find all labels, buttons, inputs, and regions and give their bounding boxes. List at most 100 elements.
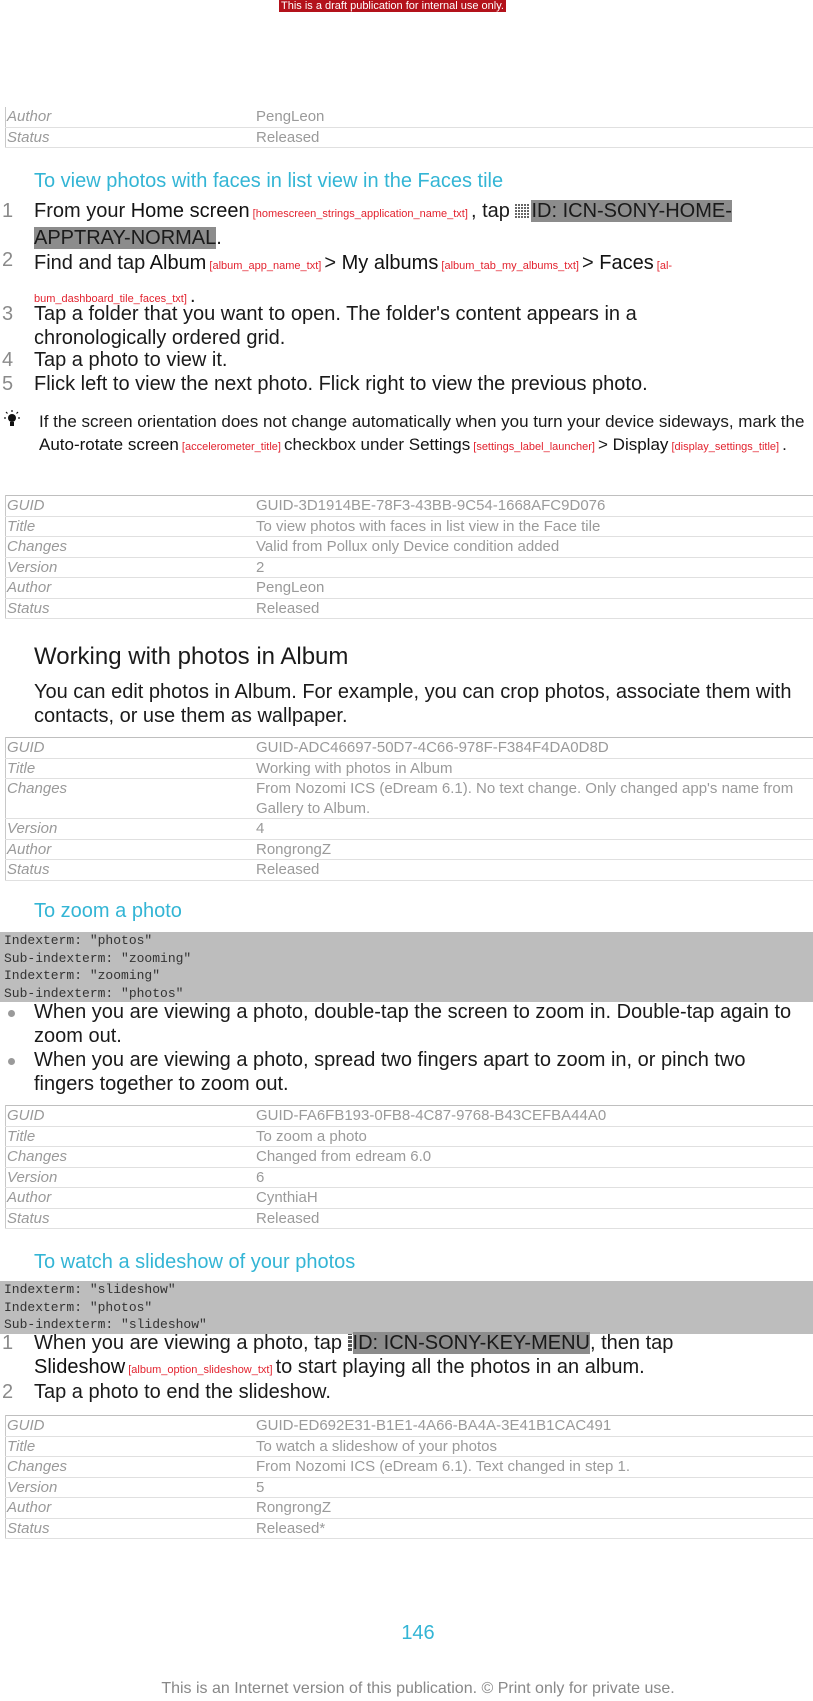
step-item: 2 Tap a photo to end the slideshow. xyxy=(0,1380,810,1404)
table-row: GUID GUID-FA6FB193-0FB8-4C87-9768-B43CEFB… xyxy=(5,1105,813,1127)
step-number: 1 xyxy=(2,200,14,222)
step-text: Tap a folder that you want to open. The … xyxy=(34,303,637,349)
table-row: Changes From Nozomi ICS (eDream 6.1). No … xyxy=(5,778,813,819)
meta-value: From Nozomi ICS (eDream 6.1). No text ch… xyxy=(255,778,813,819)
meta-key: Author xyxy=(5,1497,255,1519)
step-text: Find and tap xyxy=(34,252,150,274)
draft-banner: This is a draft publication for internal… xyxy=(279,0,506,12)
meta-key: Author xyxy=(5,107,255,128)
meta-value: Changed from edream 6.0 xyxy=(255,1146,813,1168)
step-number: 2 xyxy=(2,1381,14,1403)
indexterm-block: Indexterm: "slideshow" Indexterm: "photo… xyxy=(0,1281,813,1334)
meta-key: Title xyxy=(5,516,255,537)
section-heading-slideshow: To watch a slideshow of your photos xyxy=(34,1251,356,1273)
string-ref: [album_app_name_txt] xyxy=(206,260,325,272)
footer-notice: This is an Internet version of this publ… xyxy=(161,1680,675,1697)
table-row: GUID GUID-3D1914BE-78F3-43BB-9C54-1668AFC… xyxy=(5,495,813,517)
ui-term-slideshow: Slideshow xyxy=(34,1356,126,1378)
step-number: 3 xyxy=(2,303,14,325)
meta-key: Version xyxy=(5,1167,255,1188)
table-row: GUID GUID-ED692E31-B1E1-4A66-BA4A-3E41B1C… xyxy=(5,1415,813,1437)
table-row: Title To watch a slideshow of your photos xyxy=(5,1436,813,1457)
meta-value: PengLeon xyxy=(255,577,813,599)
meta-key: Author xyxy=(5,839,255,860)
ui-term-auto-rotate: Auto-rotate screen xyxy=(39,435,179,454)
indexterm: Sub-indexterm: "zooming" xyxy=(4,950,192,966)
table-row: Author PengLeon xyxy=(5,577,813,599)
menu-key-icon xyxy=(347,1334,352,1351)
meta-value: RongrongZ xyxy=(255,1497,813,1519)
indexterm: Indexterm: "photos" xyxy=(4,1299,153,1315)
meta-key: Author xyxy=(5,1187,255,1209)
step-text: From your xyxy=(34,200,131,222)
table-row: Title To view photos with faces in list v… xyxy=(5,516,813,537)
step-item: 4 Tap a photo to view it. xyxy=(0,348,810,372)
meta-value: Released xyxy=(255,1208,813,1229)
string-ref: [album_option_slideshow_txt] xyxy=(125,1364,276,1376)
meta-key: GUID xyxy=(5,495,255,517)
step-text: Tap a photo to view it. xyxy=(34,349,228,371)
indexterm: Indexterm: "slideshow" xyxy=(4,1282,176,1297)
meta-key: Version xyxy=(5,1477,255,1498)
meta-key: Title xyxy=(5,1126,255,1147)
meta-key: Title xyxy=(5,758,255,779)
table-row: Version 5 xyxy=(5,1477,813,1498)
step-number: 4 xyxy=(2,349,14,371)
metadata-table: GUID GUID-FA6FB193-0FB8-4C87-9768-B43CEFB… xyxy=(5,1105,813,1229)
meta-value: GUID-ED692E31-B1E1-4A66-BA4A-3E41B1CAC49… xyxy=(255,1415,813,1437)
section-heading-zoom: To zoom a photo xyxy=(34,900,182,922)
meta-key: Status xyxy=(5,598,255,619)
indexterm: Indexterm: "photos" xyxy=(4,933,153,948)
string-ref: [album_tab_my_albums_txt] xyxy=(438,260,583,272)
meta-key: Changes xyxy=(5,1146,255,1168)
table-row: Version 2 xyxy=(5,557,813,578)
meta-value: RongrongZ xyxy=(255,839,813,860)
meta-key: Version xyxy=(5,557,255,578)
meta-key: Changes xyxy=(5,1456,255,1478)
step-text: > xyxy=(324,252,342,274)
string-ref: [display_settings_title] xyxy=(668,441,783,453)
section-heading-faces: To view photos with faces in list view i… xyxy=(34,170,504,192)
table-row: Status Released xyxy=(5,598,813,619)
bullet-item: When you are viewing a photo, spread two… xyxy=(0,1048,812,1096)
table-row: Version 6 xyxy=(5,1167,813,1188)
bullet-dot-icon xyxy=(8,1010,15,1017)
meta-value: CynthiaH xyxy=(255,1187,813,1209)
metadata-table: GUID GUID-ADC46697-50D7-4C66-978F-F384F4D… xyxy=(5,737,813,881)
table-row: GUID GUID-ADC46697-50D7-4C66-978F-F384F4D… xyxy=(5,737,813,759)
meta-value: Valid from Pollux only Device condition … xyxy=(255,536,813,558)
ui-term-my-albums: My albums xyxy=(341,252,439,274)
table-row: Author RongrongZ xyxy=(5,839,813,860)
ui-term-album: Album xyxy=(149,252,207,274)
indexterm-block: Indexterm: "photos" Sub-indexterm: "zoom… xyxy=(0,932,813,1002)
section-intro: You can edit photos in Album. For exampl… xyxy=(34,681,792,727)
meta-key: GUID xyxy=(5,1105,255,1127)
section-title-working-with-photos: Working with photos in Album xyxy=(34,643,349,670)
table-row: Author CynthiaH xyxy=(5,1187,813,1209)
step-number: 1 xyxy=(2,1332,14,1354)
meta-key: GUID xyxy=(5,737,255,759)
icon-id-placeholder: ID: ICN-SONY-KEY-MENU xyxy=(352,1332,590,1354)
meta-value: To watch a slideshow of your photos xyxy=(255,1436,813,1457)
meta-value: GUID-FA6FB193-0FB8-4C87-9768-B43CEFBA44A… xyxy=(255,1105,813,1127)
indexterm: Indexterm: "zooming" xyxy=(4,968,161,983)
meta-value: Released xyxy=(255,598,813,619)
step-item: 5 Flick left to view the next photo. Fli… xyxy=(0,372,810,396)
meta-value: Released xyxy=(255,859,813,881)
meta-value: 4 xyxy=(255,818,813,840)
step-text: . xyxy=(216,227,222,249)
meta-key: Status xyxy=(5,1208,255,1229)
tip-text: If the screen orientation does not chang… xyxy=(39,412,805,431)
meta-value: 5 xyxy=(255,1477,813,1498)
lightbulb-icon xyxy=(4,410,20,426)
meta-value: Released* xyxy=(255,1518,813,1539)
tip-text: > xyxy=(598,435,613,454)
tip-text: checkbox under xyxy=(284,435,409,454)
tip-note: If the screen orientation does not chang… xyxy=(0,410,812,459)
meta-key: Status xyxy=(5,859,255,881)
string-ref: [settings_label_launcher] xyxy=(470,441,599,453)
step-text: When you are viewing a photo, tap xyxy=(34,1332,348,1354)
step-item: 3 Tap a folder that you want to open. Th… xyxy=(0,302,810,350)
tip-text: . xyxy=(782,435,787,454)
table-row: Changes Changed from edream 6.0 xyxy=(5,1146,813,1168)
